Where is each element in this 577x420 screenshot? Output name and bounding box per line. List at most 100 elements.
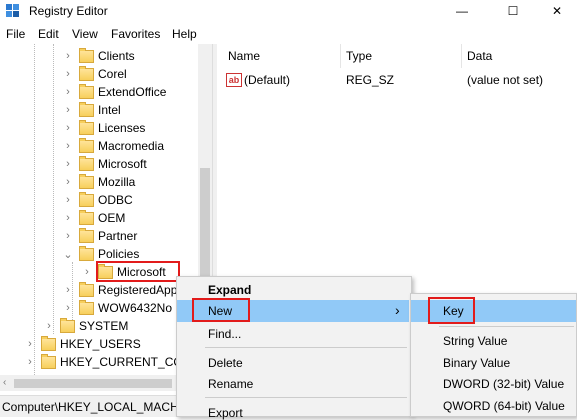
folder-icon	[79, 173, 94, 189]
folder-icon	[41, 335, 56, 351]
status-path: Computer\HKEY_LOCAL_MACH	[2, 400, 179, 414]
tree-item-label: Intel	[98, 103, 121, 117]
tree-horizontal-scroll-thumb[interactable]	[14, 379, 172, 388]
chevron-right-icon[interactable]: ›	[63, 155, 73, 173]
chevron-right-icon[interactable]: ›	[63, 65, 73, 83]
tree-item[interactable]: › Clients	[63, 47, 135, 65]
maximize-icon: ☐	[507, 4, 519, 18]
menu-separator	[439, 326, 574, 327]
menu-item-delete[interactable]: Delete	[208, 356, 243, 370]
minimize-button[interactable]: —	[439, 0, 485, 22]
tree-item[interactable]: › ExtendOffice	[63, 83, 166, 101]
tree-item[interactable]: › RegisteredApp	[63, 281, 177, 299]
chevron-right-icon[interactable]: ›	[63, 137, 73, 155]
chevron-right-icon[interactable]: ›	[63, 299, 73, 317]
tree-item[interactable]: › Mozilla	[63, 173, 135, 191]
chevron-right-icon[interactable]: ›	[82, 263, 92, 281]
chevron-right-icon[interactable]: ›	[63, 191, 73, 209]
folder-icon	[79, 47, 94, 63]
annotation-box-new	[192, 298, 250, 322]
tree-item-label: Corel	[98, 67, 127, 81]
tree-item-label: RegisteredApp	[98, 283, 178, 297]
menu-help[interactable]: Help	[172, 27, 197, 41]
tree-item-label: OEM	[98, 211, 126, 225]
tree-item-label: HKEY_USERS	[60, 337, 141, 351]
tree-item[interactable]: › Licenses	[63, 119, 145, 137]
tree-item[interactable]: › WOW6432No	[63, 299, 172, 317]
chevron-down-icon[interactable]: ⌄	[63, 245, 73, 263]
folder-icon	[60, 317, 75, 333]
folder-icon	[79, 281, 94, 297]
close-button[interactable]: ✕	[537, 0, 577, 22]
menu-item-qword-value[interactable]: QWORD (64-bit) Value	[443, 399, 565, 413]
chevron-right-icon[interactable]: ›	[63, 83, 73, 101]
tree-item-label: ExtendOffice	[98, 85, 167, 99]
close-icon: ✕	[551, 4, 563, 18]
menu-item-binary-value[interactable]: Binary Value	[443, 356, 510, 370]
column-separator[interactable]	[340, 44, 341, 68]
menu-edit[interactable]: Edit	[38, 27, 59, 41]
tree-item[interactable]: › Corel	[63, 65, 127, 83]
tree-item[interactable]: › HKEY_CURRENT_COI	[25, 353, 186, 371]
tree-item[interactable]: › Microsoft	[63, 155, 147, 173]
minimize-icon: —	[456, 4, 468, 18]
tree-item-label: Microsoft	[98, 157, 147, 171]
chevron-right-icon[interactable]: ›	[63, 281, 73, 299]
menu-separator	[205, 347, 407, 348]
column-header-name[interactable]: Name	[228, 49, 260, 63]
tree-item[interactable]: › Partner	[63, 227, 137, 245]
menu-separator	[205, 397, 407, 398]
chevron-right-icon[interactable]: ›	[44, 317, 54, 335]
chevron-right-icon[interactable]: ›	[63, 173, 73, 191]
tree-item[interactable]: › Macromedia	[63, 137, 164, 155]
tree-item-label: Macromedia	[98, 139, 165, 153]
menu-item-rename[interactable]: Rename	[208, 377, 253, 391]
column-header-data[interactable]: Data	[467, 49, 492, 63]
folder-icon	[79, 299, 94, 315]
menu-item-dword-value[interactable]: DWORD (32-bit) Value	[443, 377, 564, 391]
tree-item-label: SYSTEM	[79, 319, 129, 333]
menu-item-string-value[interactable]: String Value	[443, 334, 507, 348]
tree-item[interactable]: › OEM	[63, 209, 125, 227]
folder-icon	[41, 353, 56, 369]
menu-view[interactable]: View	[72, 27, 98, 41]
tree-item-label: Partner	[98, 229, 138, 243]
menu-item-export[interactable]: Export	[208, 406, 243, 420]
chevron-right-icon[interactable]: ›	[25, 353, 35, 371]
value-type: REG_SZ	[346, 73, 395, 87]
tree-item-label: WOW6432No	[98, 301, 173, 315]
scroll-left-icon[interactable]: ‹	[3, 377, 6, 388]
tree-item[interactable]: › HKEY_USERS	[25, 335, 141, 353]
tree-item[interactable]: › SYSTEM	[44, 317, 128, 335]
chevron-right-icon: ›	[395, 302, 400, 318]
tree-item[interactable]: › Intel	[63, 101, 121, 119]
value-data: (value not set)	[467, 73, 544, 87]
chevron-right-icon[interactable]: ›	[63, 47, 73, 65]
column-separator[interactable]	[461, 44, 462, 68]
menu-item-find[interactable]: Find...	[208, 327, 241, 341]
column-header-type[interactable]: Type	[346, 49, 372, 63]
folder-icon	[79, 137, 94, 153]
tree-item[interactable]: › ODBC	[63, 191, 133, 209]
annotation-box-key	[428, 297, 475, 324]
folder-icon	[79, 83, 94, 99]
tree-item-label: ODBC	[98, 193, 133, 207]
tree-item-label: Clients	[98, 49, 135, 63]
chevron-right-icon[interactable]: ›	[63, 209, 73, 227]
chevron-right-icon[interactable]: ›	[63, 101, 73, 119]
folder-icon	[79, 65, 94, 81]
chevron-right-icon[interactable]: ›	[63, 119, 73, 137]
tree-item-label: Licenses	[98, 121, 146, 135]
folder-icon	[79, 191, 94, 207]
chevron-right-icon[interactable]: ›	[63, 227, 73, 245]
menu-favorites[interactable]: Favorites	[111, 27, 160, 41]
menu-file[interactable]: File	[6, 27, 25, 41]
registry-editor-icon	[6, 4, 19, 17]
folder-icon	[79, 209, 94, 225]
maximize-button[interactable]: ☐	[490, 0, 536, 22]
folder-icon	[79, 119, 94, 135]
annotation-box-selected-key	[96, 261, 180, 282]
value-name[interactable]: (Default)	[244, 73, 290, 87]
menu-item-expand[interactable]: Expand	[208, 283, 251, 297]
chevron-right-icon[interactable]: ›	[25, 335, 35, 353]
